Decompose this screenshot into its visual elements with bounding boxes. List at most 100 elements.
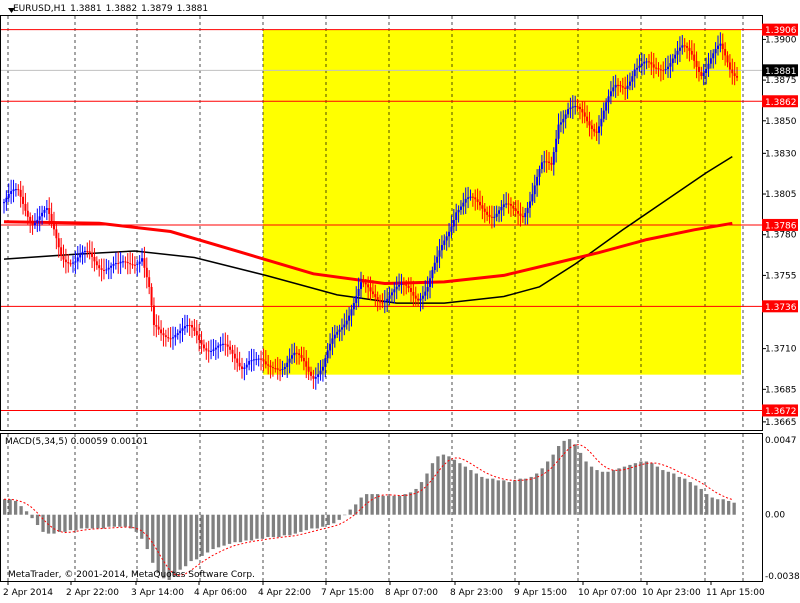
macd-bar bbox=[578, 452, 583, 515]
candle-body bbox=[545, 161, 548, 163]
candle-body bbox=[409, 288, 412, 292]
candle-body bbox=[107, 267, 110, 270]
macd-bar bbox=[617, 468, 621, 515]
candle-body bbox=[198, 335, 201, 341]
candle-body bbox=[643, 61, 646, 64]
candle-body bbox=[436, 256, 439, 263]
time-tick-label: 4 Apr 06:00 bbox=[194, 588, 247, 598]
macd-bar bbox=[74, 514, 78, 531]
candle-body bbox=[86, 250, 89, 252]
candle-body bbox=[36, 219, 39, 224]
candle-body bbox=[609, 91, 612, 97]
macd-bar bbox=[156, 514, 160, 574]
macd-bar bbox=[184, 514, 188, 567]
candle-body bbox=[600, 118, 603, 127]
macd-bar bbox=[392, 495, 396, 515]
macd-bar bbox=[463, 466, 468, 515]
candle-body bbox=[659, 69, 662, 71]
macd-bar bbox=[474, 473, 479, 515]
price-level-tag-label: 1.3786 bbox=[765, 221, 797, 231]
candle-body bbox=[440, 245, 443, 251]
macd-bar bbox=[386, 495, 391, 515]
candle-body bbox=[571, 106, 574, 108]
macd-bar bbox=[447, 456, 451, 515]
candle-body bbox=[726, 55, 729, 63]
candle-body bbox=[195, 330, 198, 336]
macd-bar bbox=[348, 509, 352, 515]
macd-bar bbox=[244, 514, 248, 541]
candle-body bbox=[531, 194, 534, 202]
time-tick-label: 10 Apr 23:00 bbox=[642, 588, 701, 598]
candle-body bbox=[310, 371, 313, 376]
candle-body bbox=[333, 334, 336, 339]
candle-body bbox=[517, 211, 520, 214]
candle-body bbox=[205, 348, 208, 351]
macd-bar bbox=[469, 470, 473, 515]
candle-body bbox=[671, 58, 674, 64]
candle-body bbox=[390, 292, 393, 296]
candle-body bbox=[657, 68, 660, 70]
macd-bar bbox=[41, 514, 45, 532]
candle-body bbox=[731, 69, 734, 74]
candle-body bbox=[398, 284, 401, 287]
candle-body bbox=[143, 258, 146, 268]
candle-body bbox=[578, 106, 581, 110]
candle-body bbox=[274, 368, 277, 370]
candle-body bbox=[129, 263, 132, 265]
macd-bar bbox=[397, 495, 402, 515]
macd-bar bbox=[694, 485, 698, 515]
candle-body bbox=[483, 208, 486, 212]
candle-body bbox=[91, 252, 94, 257]
candle-body bbox=[231, 349, 234, 354]
candle-body bbox=[350, 309, 353, 316]
candle-body bbox=[405, 284, 408, 286]
candle-body bbox=[628, 81, 631, 86]
macd-bar bbox=[666, 471, 670, 515]
price-level-tag-label: 1.3906 bbox=[765, 26, 797, 36]
candle-body bbox=[650, 62, 653, 65]
macd-bar bbox=[101, 514, 106, 529]
candle-body bbox=[693, 54, 696, 61]
macd-bar bbox=[35, 514, 40, 526]
macd-bar bbox=[589, 466, 594, 515]
candle-body bbox=[688, 47, 691, 51]
macd-bar bbox=[332, 514, 336, 524]
candle-body bbox=[593, 129, 596, 132]
candle-body bbox=[250, 360, 253, 362]
candle-body bbox=[260, 358, 263, 360]
candle-body bbox=[102, 269, 105, 271]
candle-body bbox=[22, 196, 25, 204]
candle-body bbox=[324, 358, 327, 367]
candle-body bbox=[505, 203, 508, 205]
candle-body bbox=[48, 208, 51, 214]
candle-body bbox=[136, 263, 139, 265]
macd-bar bbox=[732, 502, 736, 515]
candle-body bbox=[74, 261, 77, 263]
candle-body bbox=[421, 295, 424, 299]
candle-body bbox=[438, 250, 441, 257]
candle-body bbox=[295, 352, 298, 354]
candle-body bbox=[512, 205, 515, 209]
dropdown-arrow-icon[interactable] bbox=[8, 7, 15, 17]
chart-svg[interactable]: 1.39001.38751.38501.38301.38051.37801.37… bbox=[0, 0, 800, 600]
candle-body bbox=[43, 209, 46, 213]
candle-body bbox=[717, 45, 719, 49]
candle-body bbox=[424, 291, 427, 296]
candle-body bbox=[371, 291, 374, 295]
candle-body bbox=[602, 110, 605, 119]
candle-body bbox=[581, 109, 584, 113]
candle-body bbox=[431, 270, 434, 279]
macd-bar bbox=[200, 514, 204, 556]
chart-area[interactable]: 1.3900 1.3875 1.3850 1.3830 1.3805 1.3780 1.37… bbox=[0, 0, 800, 600]
candle-body bbox=[5, 197, 8, 203]
candle-body bbox=[279, 369, 282, 371]
candle-body bbox=[498, 210, 501, 214]
chart-header: EURUSD,H1 1.3881 1.3882 1.3879 1.3881 bbox=[5, 4, 212, 14]
candle-body bbox=[362, 282, 365, 284]
candle-body bbox=[267, 364, 270, 366]
macd-level-label: 0.0047 bbox=[765, 436, 797, 446]
candle-body bbox=[640, 63, 643, 66]
candle-body bbox=[14, 189, 17, 191]
macd-bar bbox=[123, 514, 127, 527]
macd-bar bbox=[96, 514, 100, 529]
